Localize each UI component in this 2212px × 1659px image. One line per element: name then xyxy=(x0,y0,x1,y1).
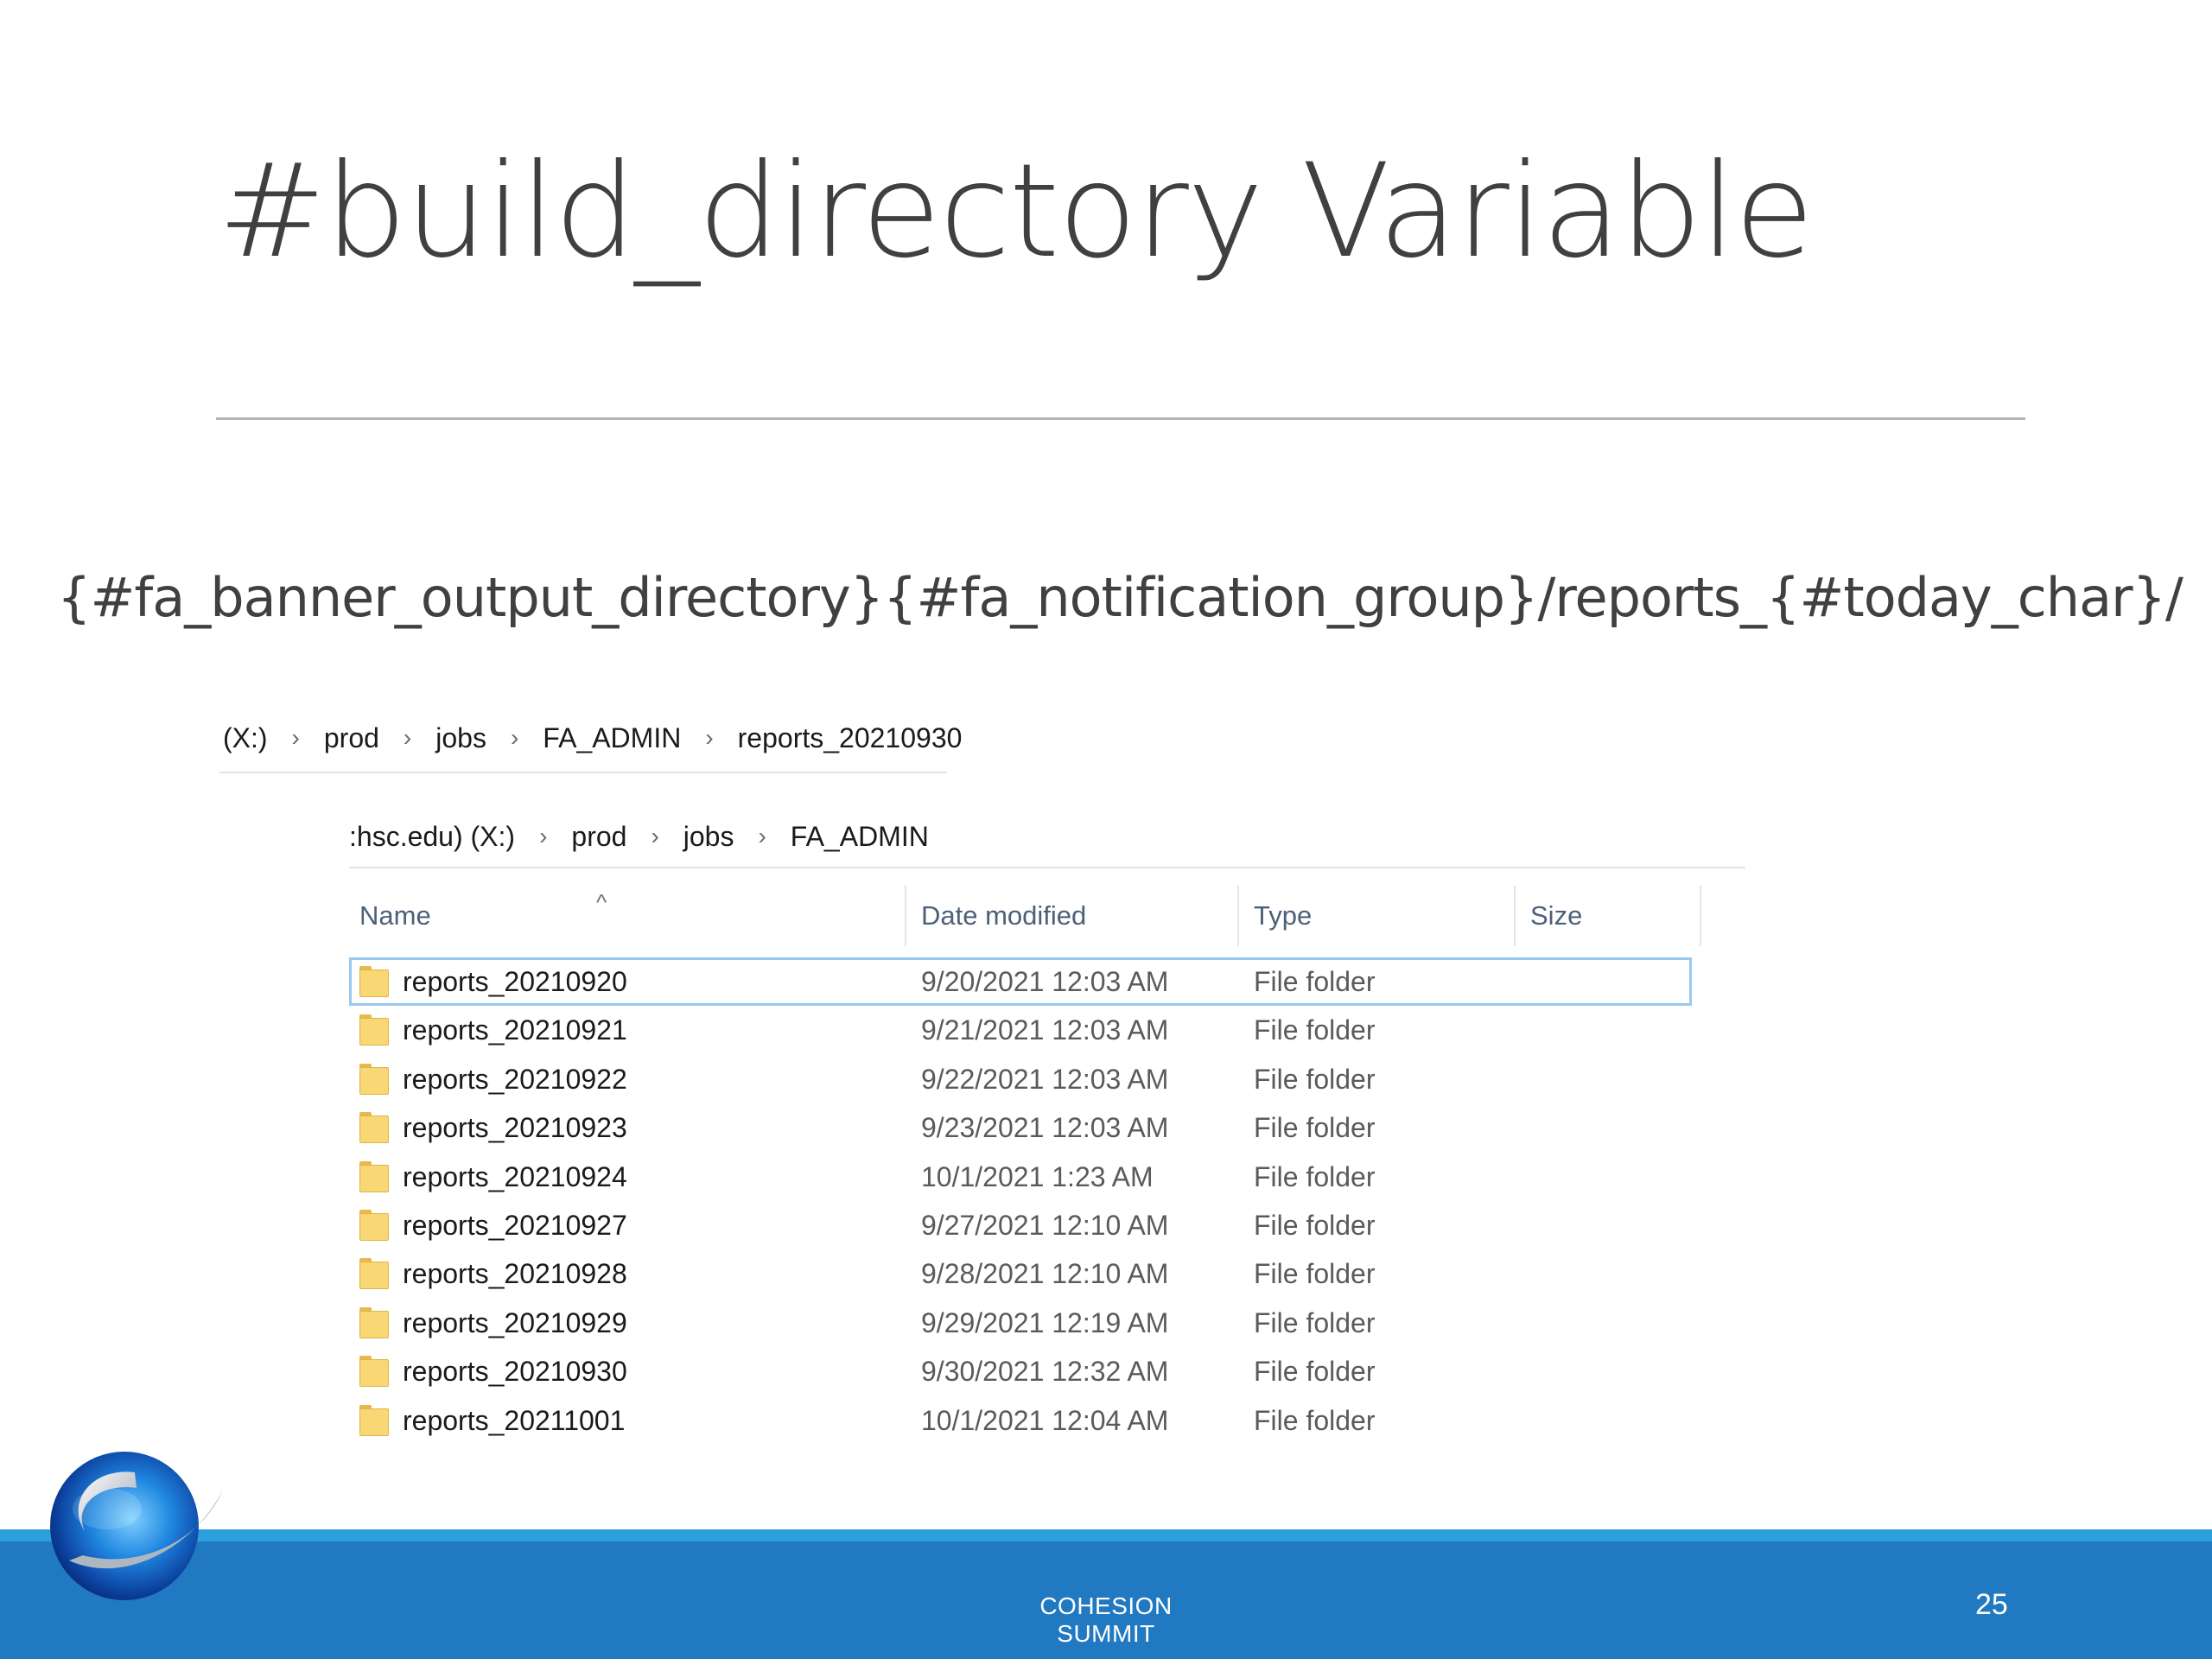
chevron-right-icon: › xyxy=(758,823,766,849)
file-type: File folder xyxy=(1254,1404,1376,1436)
file-name: reports_20210928 xyxy=(403,1258,627,1290)
column-resize-handle[interactable] xyxy=(1237,886,1239,946)
breadcrumb-item[interactable]: jobs xyxy=(435,722,486,754)
file-type: File folder xyxy=(1254,1014,1376,1046)
file-type: File folder xyxy=(1254,966,1376,997)
folder-icon xyxy=(359,1160,389,1192)
file-date: 9/29/2021 12:19 AM xyxy=(921,1306,1169,1338)
column-header-date[interactable]: Date modified xyxy=(921,886,1086,946)
column-header-type[interactable]: Type xyxy=(1254,886,1312,946)
folder-icon xyxy=(359,1014,389,1046)
file-name: reports_20210921 xyxy=(403,1014,627,1046)
column-resize-handle[interactable] xyxy=(905,886,906,946)
file-date: 9/20/2021 12:03 AM xyxy=(921,966,1169,997)
file-name: reports_20210929 xyxy=(403,1306,627,1338)
title-divider xyxy=(216,417,2025,420)
file-row[interactable]: reports_20210923 9/23/2021 12:03 AM File… xyxy=(349,1103,1692,1152)
file-type: File folder xyxy=(1254,1112,1376,1144)
folder-icon xyxy=(359,1063,389,1095)
folder-icon xyxy=(359,1112,389,1144)
footer-accent-band xyxy=(0,1529,2212,1541)
breadcrumb-item[interactable]: (X:) xyxy=(223,722,268,754)
file-row[interactable]: reports_20210924 10/1/2021 1:23 AM File … xyxy=(349,1153,1692,1201)
file-name: reports_20210927 xyxy=(403,1209,627,1241)
file-type: File folder xyxy=(1254,1306,1376,1338)
chevron-right-icon: › xyxy=(510,724,519,751)
file-type: File folder xyxy=(1254,1160,1376,1192)
folder-icon xyxy=(359,1306,389,1338)
breadcrumb-top-underline xyxy=(219,772,947,773)
explorer-header-divider xyxy=(349,867,1745,868)
file-row[interactable]: reports_20210928 9/28/2021 12:10 AM File… xyxy=(349,1249,1692,1298)
breadcrumb-top: (X:) › prod › jobs › FA_ADMIN › reports_… xyxy=(223,717,962,759)
sort-ascending-icon: ^ xyxy=(596,889,607,915)
chevron-right-icon: › xyxy=(539,823,548,849)
column-header-size[interactable]: Size xyxy=(1530,886,1582,946)
footer-text: COHESION SUMMIT xyxy=(1039,1592,1173,1647)
breadcrumb-item[interactable]: prod xyxy=(324,722,379,754)
file-date: 9/28/2021 12:10 AM xyxy=(921,1258,1169,1290)
breadcrumb-item[interactable]: reports_20210930 xyxy=(738,722,963,754)
column-resize-handle[interactable] xyxy=(1700,886,1701,946)
file-type: File folder xyxy=(1254,1258,1376,1290)
file-row[interactable]: reports_20211001 10/1/2021 12:04 AM File… xyxy=(349,1396,1692,1445)
file-name: reports_20210920 xyxy=(403,966,627,997)
file-name: reports_20210922 xyxy=(403,1063,627,1095)
breadcrumb-item[interactable]: FA_ADMIN xyxy=(543,722,681,754)
path-template-text: {#fa_banner_output_directory}{#fa_notifi… xyxy=(57,566,2183,629)
folder-icon xyxy=(359,1404,389,1436)
file-date: 9/21/2021 12:03 AM xyxy=(921,1014,1169,1046)
file-row[interactable]: reports_20210921 9/21/2021 12:03 AM File… xyxy=(349,1006,1692,1054)
breadcrumb-bottom: :hsc.edu) (X:) › prod › jobs › FA_ADMIN xyxy=(349,816,929,857)
breadcrumb-item[interactable]: :hsc.edu) (X:) xyxy=(349,821,515,853)
file-row[interactable]: reports_20210927 9/27/2021 12:10 AM File… xyxy=(349,1201,1692,1249)
column-resize-handle[interactable] xyxy=(1514,886,1516,946)
file-name: reports_20210923 xyxy=(403,1112,627,1144)
file-date: 9/23/2021 12:03 AM xyxy=(921,1112,1169,1144)
file-list: reports_20210920 9/20/2021 12:03 AM File… xyxy=(349,957,1694,1445)
chevron-right-icon: › xyxy=(651,823,659,849)
chevron-right-icon: › xyxy=(291,724,300,751)
file-name: reports_20210924 xyxy=(403,1160,627,1192)
breadcrumb-item[interactable]: FA_ADMIN xyxy=(791,821,929,853)
page-number: 25 xyxy=(1975,1588,2008,1621)
file-row[interactable]: reports_20210930 9/30/2021 12:32 AM File… xyxy=(349,1347,1692,1395)
breadcrumb-item[interactable]: jobs xyxy=(683,821,734,853)
chevron-right-icon: › xyxy=(705,724,714,751)
file-date: 10/1/2021 12:04 AM xyxy=(921,1404,1169,1436)
chevron-right-icon: › xyxy=(403,724,412,751)
file-row[interactable]: reports_20210922 9/22/2021 12:03 AM File… xyxy=(349,1055,1692,1103)
file-row[interactable]: reports_20210920 9/20/2021 12:03 AM File… xyxy=(349,957,1692,1007)
file-date: 9/30/2021 12:32 AM xyxy=(921,1356,1169,1388)
cohesion-logo-icon xyxy=(50,1452,223,1600)
file-date: 9/22/2021 12:03 AM xyxy=(921,1063,1169,1095)
folder-icon xyxy=(359,1258,389,1290)
breadcrumb-item[interactable]: prod xyxy=(571,821,626,853)
file-type: File folder xyxy=(1254,1063,1376,1095)
file-name: reports_20211001 xyxy=(403,1404,626,1436)
file-date: 10/1/2021 1:23 AM xyxy=(921,1160,1154,1192)
folder-icon xyxy=(359,1356,389,1388)
file-type: File folder xyxy=(1254,1209,1376,1241)
file-row[interactable]: reports_20210929 9/29/2021 12:19 AM File… xyxy=(349,1299,1692,1347)
slide-title: #build_directory Variable xyxy=(218,137,1815,287)
column-header-name[interactable]: Name xyxy=(359,886,431,946)
file-name: reports_20210930 xyxy=(403,1356,627,1388)
file-date: 9/27/2021 12:10 AM xyxy=(921,1209,1169,1241)
folder-icon xyxy=(359,1209,389,1241)
folder-icon xyxy=(359,966,389,997)
file-type: File folder xyxy=(1254,1356,1376,1388)
column-header-row: ^ Name Date modified Type Size xyxy=(349,886,1711,946)
